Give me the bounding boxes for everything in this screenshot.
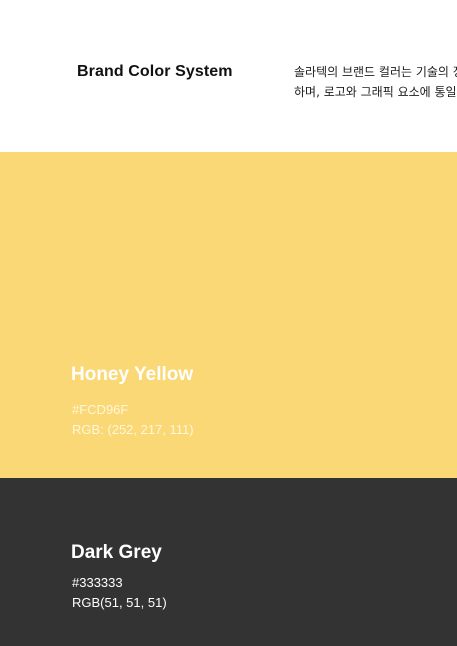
- color-hex: #333333: [72, 575, 123, 590]
- color-codes: #FCD96F RGB: (252, 217, 111): [72, 400, 194, 440]
- color-swatch-honey-yellow: Honey Yellow #FCD96F RGB: (252, 217, 111…: [0, 152, 457, 478]
- color-hex: #FCD96F: [72, 402, 129, 417]
- color-codes: #333333 RGB(51, 51, 51): [72, 573, 167, 613]
- header-section: Brand Color System 솔라텍의 브랜드 컬러는 기술의 정 하며…: [0, 0, 457, 152]
- brand-description-line-2: 하며, 로고와 그래픽 요소에 통일: [294, 85, 457, 99]
- brand-description: 솔라텍의 브랜드 컬러는 기술의 정 하며, 로고와 그래픽 요소에 통일: [294, 62, 457, 102]
- color-swatch-dark-grey: Dark Grey #333333 RGB(51, 51, 51): [0, 478, 457, 646]
- brand-description-line-1: 솔라텍의 브랜드 컬러는 기술의 정: [294, 65, 457, 79]
- color-rgb: RGB: (252, 217, 111): [72, 422, 194, 437]
- page-title: Brand Color System: [77, 63, 233, 80]
- color-rgb: RGB(51, 51, 51): [72, 595, 167, 610]
- color-name: Honey Yellow: [71, 364, 194, 385]
- color-name: Dark Grey: [71, 542, 162, 563]
